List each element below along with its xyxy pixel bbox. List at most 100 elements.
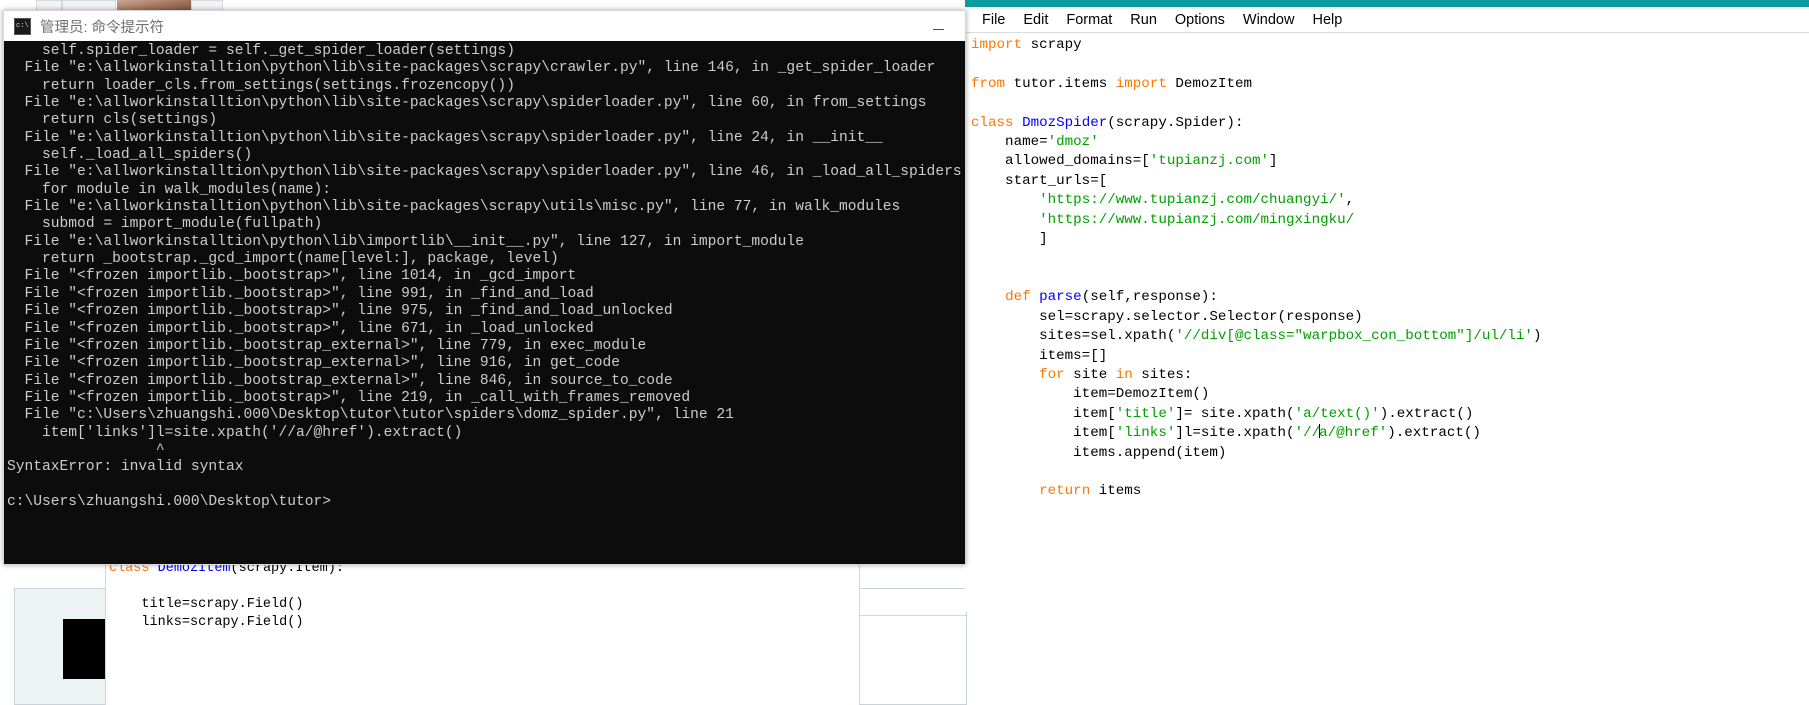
code-line: start_urls=[ — [971, 172, 1809, 191]
console-line: File "<frozen importlib._bootstrap_exter… — [7, 355, 621, 372]
idle-code-area[interactable]: import scrapy from tutor.items import De… — [965, 33, 1809, 502]
code-token: items.append(item) — [971, 444, 1227, 461]
code-token: 'links' — [1115, 425, 1176, 442]
code-line: def parse(self,response): — [971, 288, 1809, 307]
code-line: sel=scrapy.selector.Selector(response) — [971, 308, 1809, 327]
menu-edit[interactable]: Edit — [1014, 11, 1057, 29]
console-line: self._load_all_spiders() — [7, 147, 253, 164]
items-editor-window[interactable]: class DemozItem(scrapy.Item): title=scra… — [105, 552, 860, 705]
code-token: import — [1115, 75, 1167, 92]
idle-titlebar[interactable] — [965, 0, 1809, 7]
code-token: 'tupianzj.com' — [1149, 153, 1269, 170]
code-line: item['links']l=site.xpath('//a/@href').e… — [971, 424, 1809, 443]
code-token: '// — [1294, 425, 1321, 442]
code-line: return items — [971, 482, 1809, 501]
code-token: items — [1090, 483, 1142, 500]
console-line: File "<frozen importlib._bootstrap>", li… — [7, 389, 691, 406]
console-line: File "e:\allworkinstalltion\python\lib\s… — [7, 164, 962, 181]
code-token: start_urls=[ — [971, 172, 1108, 189]
code-token: def — [1005, 289, 1031, 306]
command-prompt-window[interactable]: 管理员: 命令提示符 self.spider_loader = self._ge… — [3, 10, 966, 565]
code-token: sites=sel.xpath( — [971, 328, 1176, 345]
code-token: a/@href' — [1319, 425, 1388, 442]
code-line: item=DemozItem() — [971, 385, 1809, 404]
code-token: ).extract() — [1387, 425, 1481, 442]
console-output[interactable]: self.spider_loader = self._get_spider_lo… — [4, 41, 965, 564]
code-token: parse — [1039, 289, 1082, 306]
code-token: name= — [971, 134, 1048, 151]
code-token: 'a/text()' — [1294, 405, 1380, 422]
code-line: items.append(item) — [971, 444, 1809, 463]
idle-menubar[interactable]: File Edit Format Run Options Window Help — [965, 7, 1809, 33]
menu-window[interactable]: Window — [1234, 11, 1304, 29]
code-token: ] — [971, 231, 1048, 248]
code-line: class DmozSpider(scrapy.Spider): — [971, 114, 1809, 133]
code-token: sel=scrapy.selector.Selector(response) — [971, 308, 1363, 325]
code-token: (scrapy.Spider): — [1107, 114, 1244, 131]
code-line: ] — [971, 230, 1809, 249]
console-line: self.spider_loader = self._get_spider_lo… — [7, 43, 515, 59]
menu-format[interactable]: Format — [1057, 11, 1121, 29]
console-line: File "e:\allworkinstalltion\python\lib\s… — [7, 95, 927, 112]
code-token: in — [1115, 366, 1133, 383]
code-line: title=scrapy.Field() — [109, 596, 859, 614]
code-line: for site in sites: — [971, 366, 1809, 385]
code-token: import — [971, 37, 1023, 53]
code-token: allowed_domains=[ — [971, 153, 1150, 170]
console-line: File "<frozen importlib._bootstrap_exter… — [7, 337, 647, 354]
code-token: tutor.items — [1005, 75, 1116, 92]
console-line: File "e:\allworkinstalltion\python\lib\s… — [7, 129, 883, 146]
code-token: , — [1345, 192, 1355, 209]
console-icon — [14, 17, 31, 35]
minimize-button[interactable] — [923, 11, 953, 41]
console-line: File "<frozen importlib._bootstrap>", li… — [7, 268, 577, 285]
console-line: File "c:\Users\zhuangshi.000\Desktop\tut… — [7, 407, 734, 424]
code-token: item[ — [971, 425, 1116, 442]
code-line: item['title']= site.xpath('a/text()').ex… — [971, 405, 1809, 424]
code-token: DmozSpider — [1022, 114, 1108, 131]
code-line: allowed_domains=['tupianzj.com'] — [971, 152, 1809, 171]
window-title: 管理员: 命令提示符 — [40, 19, 165, 36]
console-line: ^ — [7, 441, 165, 458]
idle-editor-window[interactable]: File Edit Format Run Options Window Help… — [965, 0, 1809, 612]
code-token: for — [1039, 366, 1065, 383]
code-token: ) — [1532, 328, 1542, 345]
console-line: return cls(settings) — [7, 112, 218, 129]
code-token: item[ — [971, 405, 1116, 422]
code-line: links=scrapy.Field() — [109, 614, 859, 632]
menu-options[interactable]: Options — [1166, 11, 1234, 29]
code-line: name='dmoz' — [971, 133, 1809, 152]
console-line: return _bootstrap._gcd_import(name[level… — [7, 251, 559, 268]
code-token: 'dmoz' — [1047, 134, 1099, 151]
menu-run[interactable]: Run — [1121, 11, 1166, 29]
code-token: item=DemozItem() — [971, 386, 1210, 403]
menu-help[interactable]: Help — [1303, 11, 1351, 29]
code-token: from — [971, 75, 1006, 92]
console-line: SyntaxError: invalid syntax — [7, 459, 244, 476]
code-token: ]l=site.xpath( — [1175, 425, 1295, 442]
code-line: import scrapy — [971, 36, 1809, 55]
code-token: items=[] — [971, 347, 1108, 364]
console-line: File "e:\allworkinstalltion\python\lib\s… — [7, 60, 936, 77]
console-line: return loader_cls.from_settings(settings… — [7, 77, 515, 94]
code-line: sites=sel.xpath('//div[@class="warpbox_c… — [971, 327, 1809, 346]
command-prompt-titlebar[interactable]: 管理员: 命令提示符 — [4, 11, 965, 42]
code-token: ]= site.xpath( — [1175, 405, 1295, 422]
code-token: title=scrapy.Field() — [109, 597, 304, 612]
code-token: class — [971, 114, 1014, 131]
console-line: File "<frozen importlib._bootstrap_exter… — [7, 372, 673, 389]
console-line: c:\Users\zhuangshi.000\Desktop\tutor> — [7, 493, 332, 510]
menu-file[interactable]: File — [973, 11, 1014, 29]
